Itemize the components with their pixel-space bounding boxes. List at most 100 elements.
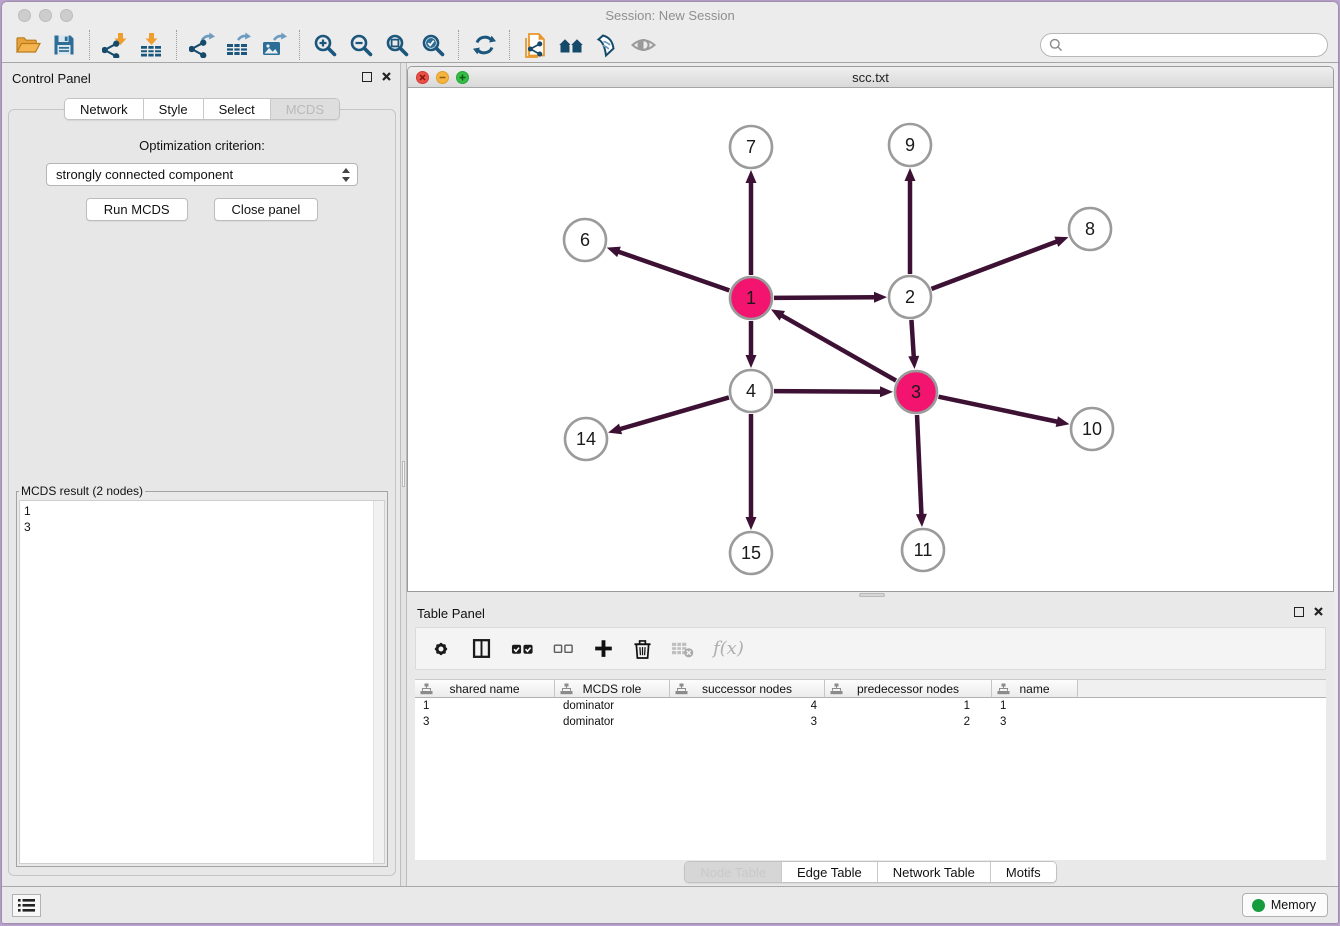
edge-3-11[interactable]	[917, 415, 921, 516]
edge-1-2[interactable]	[774, 297, 876, 298]
arrowhead-icon	[908, 356, 919, 369]
table-row[interactable]: 1dominator411	[415, 698, 1326, 714]
table-panel: Table Panel f(x) shared nameMCDS rolesuc…	[407, 598, 1334, 886]
close-panel-button[interactable]: Close panel	[214, 198, 319, 221]
cell: 4	[670, 698, 825, 714]
graph-node-10[interactable]: 10	[1071, 408, 1113, 450]
export-network-icon[interactable]	[184, 30, 220, 60]
home-icon[interactable]	[553, 30, 589, 60]
network-close-icon[interactable]	[416, 71, 429, 84]
gear-icon[interactable]	[430, 636, 452, 662]
tab-motifs[interactable]: Motifs	[990, 862, 1056, 882]
run-mcds-button[interactable]: Run MCDS	[86, 198, 188, 221]
splitter-handle[interactable]	[402, 461, 405, 487]
edge-1-6[interactable]	[617, 251, 729, 290]
import-network-icon[interactable]	[97, 30, 133, 60]
memory-button[interactable]: Memory	[1242, 893, 1328, 917]
tab-node-table[interactable]: Node Table	[685, 862, 781, 882]
edge-4-14[interactable]	[619, 397, 729, 429]
columns-icon[interactable]	[471, 636, 492, 662]
export-table-icon[interactable]	[220, 30, 256, 60]
tab-network[interactable]: Network	[65, 99, 143, 119]
refresh-icon[interactable]	[466, 30, 502, 60]
column-header-MCDS-role[interactable]: MCDS role	[555, 680, 670, 698]
network-window-titlebar[interactable]: scc.txt	[408, 67, 1333, 88]
toolbar-separator	[299, 30, 300, 60]
zoom-fit-icon[interactable]	[379, 30, 415, 60]
network-canvas[interactable]: 7 9 6 8 1 2 4 3 14 10 15 11	[408, 89, 1333, 591]
graph-node-1[interactable]: 1	[730, 277, 772, 319]
task-history-button[interactable]	[12, 894, 41, 917]
export-image-icon[interactable]	[256, 30, 292, 60]
delete-column-icon	[671, 636, 694, 662]
tab-style[interactable]: Style	[143, 99, 203, 119]
close-window-icon[interactable]	[18, 9, 31, 22]
close-panel-icon[interactable]	[1313, 606, 1324, 617]
save-icon[interactable]	[46, 30, 82, 60]
edge-2-3[interactable]	[911, 320, 913, 358]
search-box[interactable]	[1040, 33, 1328, 57]
arrowhead-icon	[746, 355, 757, 368]
add-icon[interactable]	[593, 636, 614, 662]
graph-node-6[interactable]: 6	[564, 219, 606, 261]
tab-edge-table[interactable]: Edge Table	[781, 862, 877, 882]
edge-2-8[interactable]	[932, 241, 1059, 289]
table-row[interactable]: 3dominator323	[415, 714, 1326, 730]
zoom-selected-icon[interactable]	[415, 30, 451, 60]
trash-icon[interactable]	[633, 636, 652, 662]
graph-node-14[interactable]: 14	[565, 418, 607, 460]
zoom-window-icon[interactable]	[60, 9, 73, 22]
edge-3-10[interactable]	[939, 397, 1059, 422]
mcds-result-textarea[interactable]: 1 3	[19, 500, 385, 864]
graph-node-11[interactable]: 11	[902, 529, 944, 571]
splitter-handle[interactable]	[859, 593, 885, 597]
float-panel-icon[interactable]	[362, 72, 372, 82]
graph-node-4[interactable]: 4	[730, 370, 772, 412]
cell: dominator	[555, 714, 670, 730]
column-header-predecessor-nodes[interactable]: predecessor nodes	[825, 680, 992, 698]
graph-node-2[interactable]: 2	[889, 276, 931, 318]
toolbar-icons	[10, 30, 661, 60]
column-header-shared-name[interactable]: shared name	[415, 680, 555, 698]
titlebar: Session: New Session	[2, 2, 1338, 28]
minimize-window-icon[interactable]	[39, 9, 52, 22]
deselect-all-icon[interactable]	[553, 636, 574, 662]
close-panel-icon[interactable]	[381, 71, 392, 82]
arrowhead-icon	[1054, 237, 1068, 247]
edge-4-3[interactable]	[774, 391, 882, 392]
vertical-splitter[interactable]	[400, 63, 407, 886]
graph-node-15[interactable]: 15	[730, 532, 772, 574]
column-header-name[interactable]: name	[992, 680, 1078, 698]
graph-node-7[interactable]: 7	[730, 126, 772, 168]
network-minimize-icon[interactable]	[436, 71, 449, 84]
float-panel-icon[interactable]	[1294, 607, 1304, 617]
optimization-criterion-dropdown[interactable]: strongly connected component	[46, 163, 358, 186]
graph-node-8[interactable]: 8	[1069, 208, 1111, 250]
cell: dominator	[555, 698, 670, 714]
graph-node-9[interactable]: 9	[889, 124, 931, 166]
duplicate-network-icon[interactable]	[517, 30, 553, 60]
select-all-icon[interactable]	[511, 636, 534, 662]
tab-network-table[interactable]: Network Table	[877, 862, 990, 882]
open-file-icon[interactable]	[10, 30, 46, 60]
cell: 1	[415, 698, 555, 714]
flag-icon[interactable]	[589, 30, 625, 60]
zoom-in-icon[interactable]	[307, 30, 343, 60]
search-input[interactable]	[1063, 35, 1327, 55]
graph-node-3[interactable]: 3	[895, 371, 937, 413]
result-scrollbar[interactable]	[373, 501, 384, 863]
eye-icon	[625, 30, 661, 60]
tab-select[interactable]: Select	[203, 99, 270, 119]
application-window: Session: New Session	[2, 2, 1338, 923]
toolbar-separator	[509, 30, 510, 60]
svg-text:15: 15	[741, 543, 761, 563]
column-header-successor-nodes[interactable]: successor nodes	[670, 680, 825, 698]
import-table-icon[interactable]	[133, 30, 169, 60]
tab-mcds[interactable]: MCDS	[270, 99, 339, 119]
svg-text:4: 4	[746, 381, 756, 401]
edge-3-1[interactable]	[781, 315, 896, 381]
network-zoom-icon[interactable]	[456, 71, 469, 84]
cell: 3	[992, 714, 1078, 730]
zoom-out-icon[interactable]	[343, 30, 379, 60]
arrowhead-icon	[607, 247, 621, 257]
